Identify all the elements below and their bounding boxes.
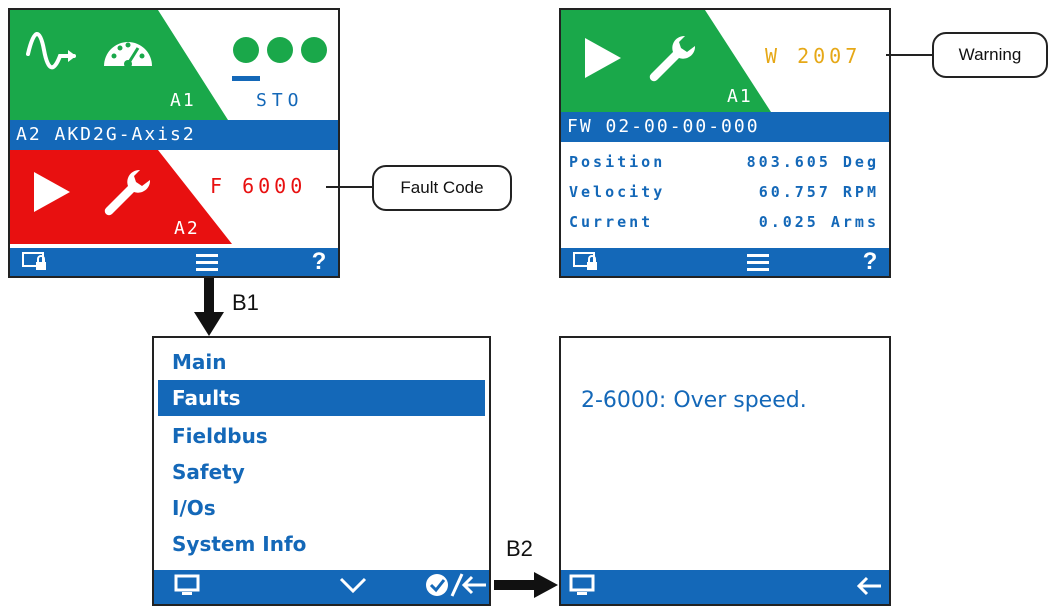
fault-message: 2-6000: Over speed. — [581, 388, 807, 413]
b1-label: B1 — [232, 290, 259, 315]
warning-callout: Warning — [932, 32, 1048, 78]
speedometer-icon — [104, 42, 152, 68]
b2-label: B2 — [506, 536, 533, 561]
waveform-icon — [26, 32, 76, 70]
drive-display-status: A1 STO A2 AKD2G-Axis2 F 6000 A2 ? — [8, 8, 340, 278]
menu-item-safety[interactable]: Safety — [158, 454, 485, 490]
menu-icon[interactable] — [743, 248, 773, 276]
wrench-icon — [104, 169, 151, 216]
fault-footer — [561, 570, 889, 604]
velocity-value: 60.757 RPM — [758, 183, 879, 201]
menu-item-fieldbus[interactable]: Fieldbus — [158, 418, 485, 454]
menu-item-main[interactable]: Main — [158, 344, 485, 380]
current-label: Current — [569, 213, 654, 231]
monitor-lock-icon[interactable] — [569, 248, 603, 276]
warning-callout-line — [886, 54, 934, 56]
firmware-bar: FW 02-00-00-000 — [561, 112, 889, 142]
down-arrow-icon — [194, 278, 224, 336]
velocity-row: Velocity 60.757 RPM — [569, 178, 879, 206]
position-label: Position — [569, 153, 666, 171]
warning-code: W 2007 — [765, 44, 862, 68]
chevron-down-icon[interactable] — [338, 576, 368, 594]
menu-icon[interactable] — [192, 248, 222, 276]
wrench-icon — [649, 35, 696, 82]
screen2-footer: ? — [561, 248, 889, 276]
menu-item-ios[interactable]: I/Os — [158, 490, 485, 526]
screen1-footer: ? — [10, 248, 338, 276]
monitor-icon[interactable] — [569, 574, 597, 596]
velocity-label: Velocity — [569, 183, 666, 201]
position-row: Position 803.605 Deg — [569, 148, 879, 176]
help-button[interactable]: ? — [308, 248, 330, 276]
firmware-version: FW 02-00-00-000 — [567, 116, 760, 137]
right-arrow-icon — [494, 572, 558, 598]
play-icon — [34, 172, 70, 212]
menu-item-system-info[interactable]: System Info — [158, 526, 485, 562]
monitor-lock-icon[interactable] — [18, 248, 52, 276]
axis1-label: A1 — [727, 86, 753, 107]
axis-name: A2 AKD2G-Axis2 — [16, 124, 196, 145]
axis2-label: A2 — [174, 218, 200, 239]
help-button[interactable]: ? — [859, 248, 881, 276]
menu-screen: Main Faults Fieldbus Safety I/Os System … — [152, 336, 491, 606]
play-icon — [585, 38, 621, 78]
fault-code: F 6000 — [210, 174, 307, 198]
sto-status: STO — [256, 90, 304, 111]
confirm-back-icon[interactable] — [424, 572, 488, 598]
drive-display-warning: W 2007 A1 FW 02-00-00-000 Position 803.6… — [559, 8, 891, 278]
back-arrow-icon[interactable] — [857, 576, 883, 596]
fault-callout-line — [326, 186, 374, 188]
status-dots-icon — [232, 37, 327, 81]
menu-footer — [154, 570, 489, 604]
monitor-icon[interactable] — [174, 574, 202, 596]
axis-name-bar: A2 AKD2G-Axis2 — [10, 120, 338, 150]
menu-item-faults[interactable]: Faults — [158, 380, 485, 416]
fault-code-callout: Fault Code — [372, 165, 512, 211]
position-value: 803.605 Deg — [746, 153, 879, 171]
fault-detail-screen: 2-6000: Over speed. — [559, 336, 891, 606]
axis1-label: A1 — [170, 90, 196, 111]
current-value: 0.025 Arms — [758, 213, 879, 231]
current-row: Current 0.025 Arms — [569, 208, 879, 236]
